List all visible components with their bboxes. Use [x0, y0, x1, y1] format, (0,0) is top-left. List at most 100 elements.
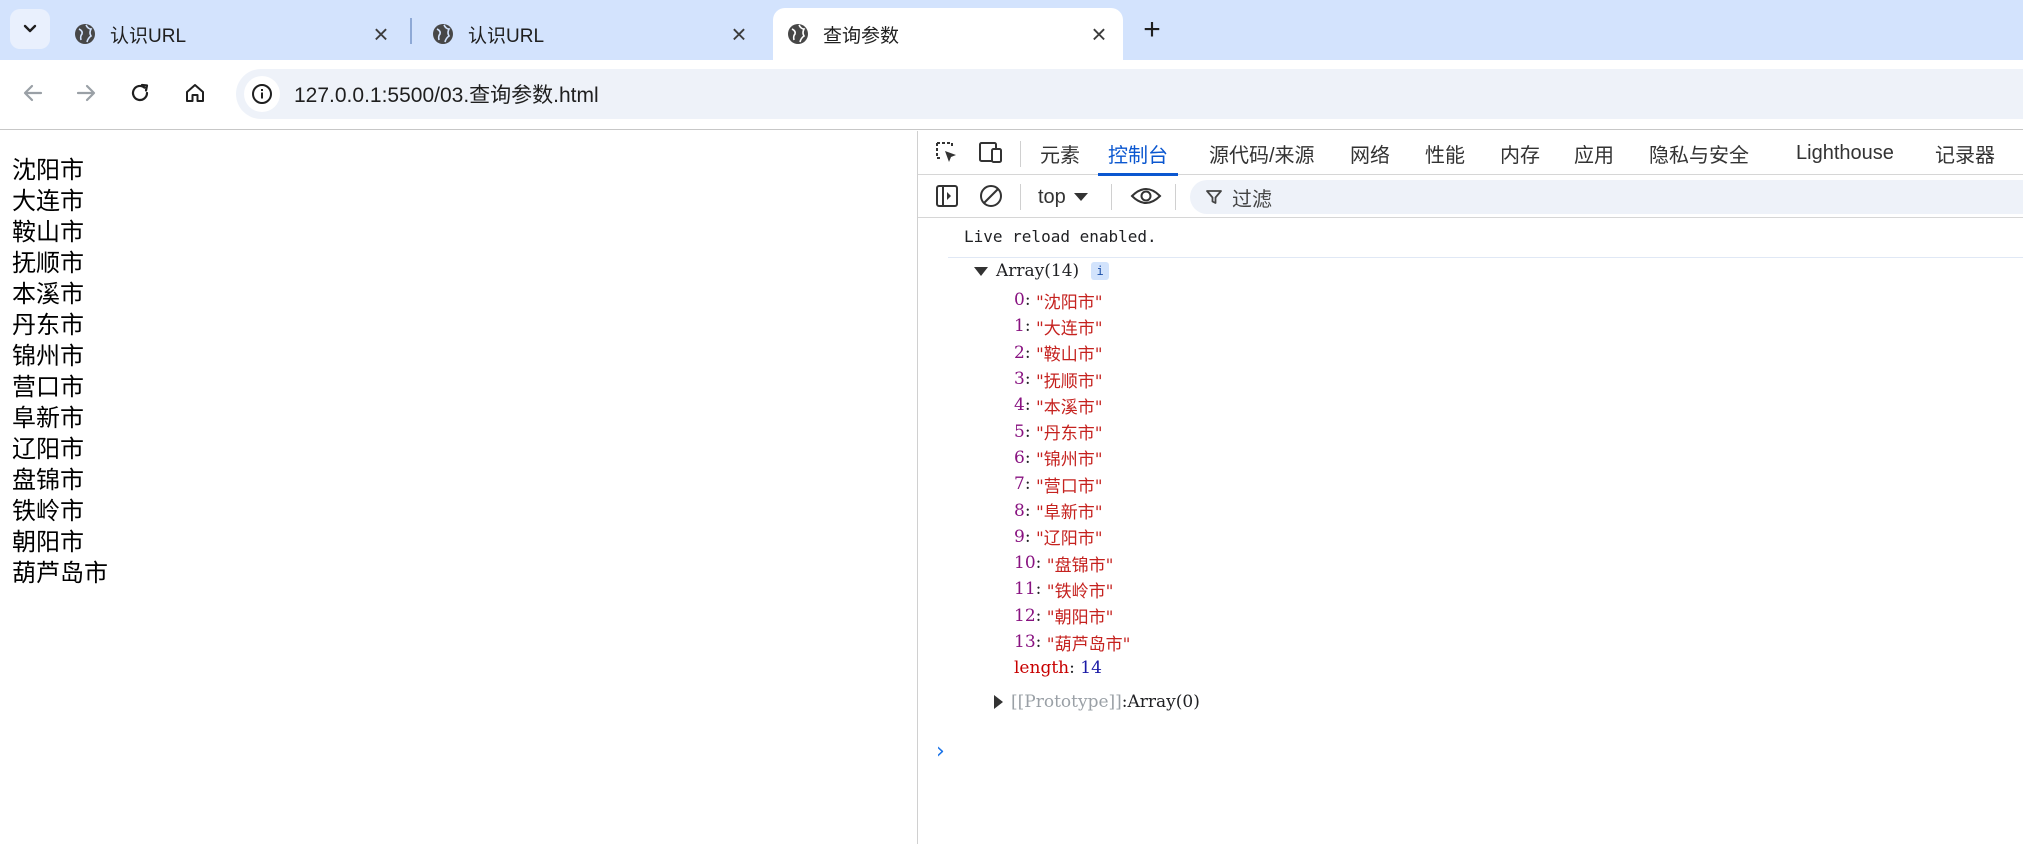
eye-icon [1130, 188, 1162, 204]
site-info-button[interactable] [244, 76, 280, 112]
arrow-left-icon [23, 84, 43, 102]
filter-input[interactable]: 过滤 [1190, 180, 2023, 214]
tab-application[interactable]: 应用 [1574, 131, 1614, 175]
entry-value: "鞍山市" [1035, 345, 1103, 366]
clear-console-button[interactable] [976, 182, 1006, 210]
console-message: Live reload enabled. [964, 226, 1157, 246]
tab-recorder[interactable]: 记录器 [1935, 131, 1995, 175]
array-entry: 4: "本溪市" [1014, 392, 1130, 418]
context-label: top [1038, 185, 1066, 208]
expand-triangle-icon [994, 695, 1003, 709]
devtools-tab-bar: 元素 控制台 源代码/来源 网络 性能 内存 应用 隐私与安全 Lighthou… [918, 131, 2023, 176]
tab-lighthouse[interactable]: Lighthouse [1796, 131, 1894, 175]
array-header[interactable]: Array(14) i [974, 261, 1110, 281]
console-prompt[interactable]: › [936, 739, 945, 764]
array-entry: 13: "葫芦岛市" [1014, 629, 1130, 655]
length-value: 14 [1080, 658, 1102, 679]
entry-key: 4 [1014, 395, 1025, 416]
show-sidebar-button[interactable] [932, 182, 962, 210]
entry-value: "葫芦岛市" [1046, 634, 1131, 655]
reload-button[interactable] [122, 75, 158, 111]
tab-console-label: 控制台 [1108, 144, 1168, 167]
entry-value: "阜新市" [1035, 503, 1103, 524]
entry-value: "大连市" [1035, 318, 1103, 339]
back-button[interactable] [15, 75, 51, 111]
array-entry: 12: "朝阳市" [1014, 603, 1130, 629]
entry-value: "朝阳市" [1046, 608, 1114, 629]
tab-close-button[interactable]: × [369, 21, 393, 47]
tab-2[interactable]: 认识URL × [418, 8, 763, 60]
entry-key: 9 [1014, 526, 1025, 547]
tab-network[interactable]: 网络 [1350, 131, 1390, 175]
prototype-row[interactable]: [[Prototype]] : Array(0) [994, 692, 1200, 712]
tab-memory[interactable]: 内存 [1500, 131, 1540, 175]
toolbar-divider [1175, 184, 1176, 210]
live-expression-button[interactable] [1127, 182, 1165, 210]
tab-performance[interactable]: 性能 [1425, 131, 1465, 175]
tab-title: 认识URL [468, 25, 545, 47]
inspect-element-button[interactable] [932, 139, 962, 167]
address-bar[interactable]: 127.0.0.1:5500/03.查询参数.html [236, 69, 2023, 119]
list-item: 营口市 [12, 374, 84, 401]
device-toolbar-button[interactable] [975, 139, 1005, 167]
filter-placeholder: 过滤 [1232, 188, 1272, 211]
device-icon [979, 142, 1002, 163]
array-length: length: 14 [1014, 658, 1102, 679]
list-item: 盘锦市 [12, 467, 84, 494]
tab-1[interactable]: 认识URL × [60, 8, 405, 60]
address-url[interactable]: 127.0.0.1:5500/03.查询参数.html [294, 79, 599, 109]
tab-privacy-security[interactable]: 隐私与安全 [1649, 131, 1749, 175]
info-badge: i [1091, 262, 1110, 280]
array-entry: 0: "沈阳市" [1014, 287, 1130, 313]
length-key: length [1014, 658, 1070, 679]
entry-value: "锦州市" [1035, 450, 1103, 471]
entry-value: "营口市" [1035, 476, 1103, 497]
tab-close-button[interactable]: × [1087, 21, 1111, 47]
block-icon [980, 185, 1002, 207]
array-entries: 0: "沈阳市" 1: "大连市" 2: "鞍山市" 3: "抚顺市" 4: "… [1014, 287, 1130, 681]
tab-elements[interactable]: 元素 [1040, 131, 1080, 175]
tab-title: 查询参数 [823, 25, 900, 47]
list-item: 丹东市 [12, 312, 84, 339]
array-summary: Array(14) [996, 261, 1080, 281]
list-item: 锦州市 [12, 343, 84, 370]
entry-value: "盘锦市" [1046, 555, 1114, 576]
entry-value: "沈阳市" [1035, 292, 1103, 313]
forward-button[interactable] [68, 75, 104, 111]
entry-key: 6 [1014, 447, 1025, 468]
chevron-down-icon [23, 24, 37, 33]
new-tab-button[interactable]: + [1134, 12, 1170, 48]
list-item: 辽阳市 [12, 436, 84, 463]
toolbar-divider [1111, 184, 1112, 210]
entry-key: 11 [1014, 579, 1036, 600]
array-entry: 6: "锦州市" [1014, 445, 1130, 471]
list-item: 阜新市 [12, 405, 84, 432]
tab-title: 认识URL [110, 25, 187, 47]
entry-key: 12 [1014, 605, 1036, 626]
array-entry: 10: "盘锦市" [1014, 550, 1130, 576]
array-entry: 9: "辽阳市" [1014, 524, 1130, 550]
entry-key: 13 [1014, 632, 1036, 652]
entry-key: 2 [1014, 342, 1025, 363]
tab-console[interactable]: 控制台 [1098, 131, 1178, 176]
tab-search-button[interactable] [10, 9, 50, 49]
array-entry: 8: "阜新市" [1014, 497, 1130, 524]
globe-icon [75, 24, 95, 44]
city-list: 沈阳市 大连市 鞍山市 抚顺市 本溪市 丹东市 锦州市 营口市 阜新市 辽阳市 … [12, 155, 108, 589]
array-entry: 11: "铁岭市" [1014, 576, 1130, 602]
home-button[interactable] [177, 75, 213, 111]
entry-value: "本溪市" [1035, 397, 1103, 418]
tab-close-button[interactable]: × [727, 21, 751, 47]
context-selector[interactable]: top [1038, 182, 1088, 212]
tab-3-active[interactable]: 查询参数 × [773, 8, 1123, 60]
toolbar-divider [1020, 141, 1021, 167]
tab-divider [410, 18, 412, 44]
list-item: 朝阳市 [12, 529, 84, 556]
array-entry: 2: "鞍山市" [1014, 340, 1130, 366]
page-content: 沈阳市 大连市 鞍山市 抚顺市 本溪市 丹东市 锦州市 营口市 阜新市 辽阳市 … [0, 131, 917, 844]
list-item: 抚顺市 [12, 250, 84, 277]
list-item: 本溪市 [12, 281, 84, 308]
tab-sources[interactable]: 源代码/来源 [1209, 131, 1315, 175]
entry-key: 10 [1014, 553, 1036, 574]
entry-key: 1 [1014, 316, 1025, 337]
